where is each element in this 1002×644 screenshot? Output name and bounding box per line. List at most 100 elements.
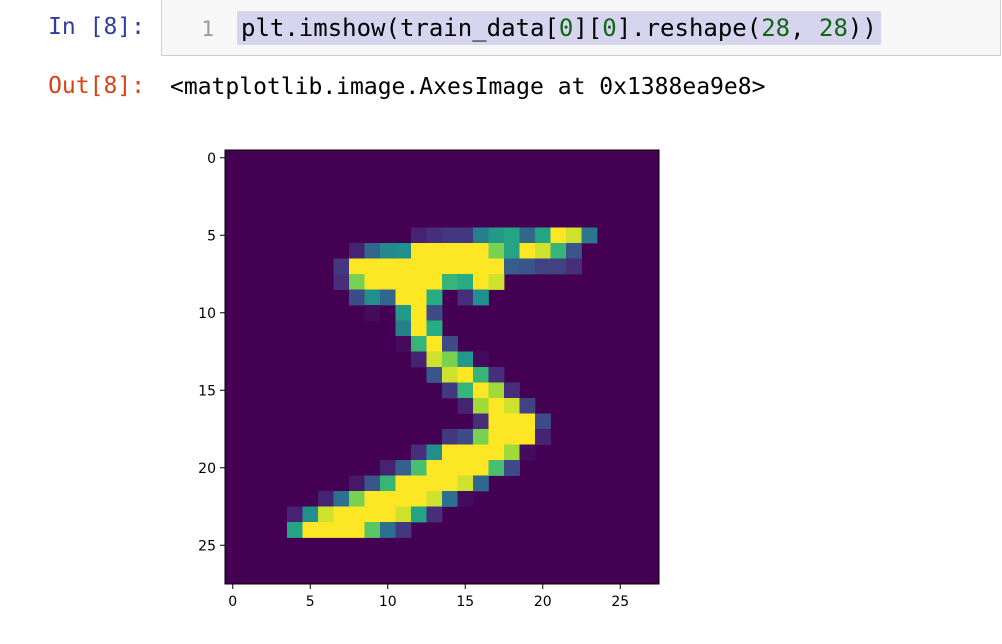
pixel-cell xyxy=(442,227,458,244)
pixel-cell xyxy=(457,475,474,492)
pixel-cell xyxy=(411,475,427,492)
pixel-cell xyxy=(426,243,443,259)
pixel-cell xyxy=(349,475,365,492)
pixel-cell xyxy=(504,460,520,476)
x-tick-label: 5 xyxy=(306,594,315,610)
pixel-cell xyxy=(380,506,396,523)
pixel-cell xyxy=(442,475,458,492)
pixel-cell xyxy=(488,382,505,399)
code-number-token: 0 xyxy=(602,14,617,42)
pixel-cell xyxy=(395,522,412,538)
pixel-cell xyxy=(426,305,443,321)
pixel-cell xyxy=(395,506,412,523)
code-cell-editor[interactable]: 1 plt.imshow(train_data[0][0].reshape(28… xyxy=(161,0,1001,56)
pixel-cell xyxy=(395,258,412,275)
pixel-cell xyxy=(364,305,381,321)
pixel-cell xyxy=(395,491,412,507)
pixel-cell xyxy=(442,243,458,259)
pixel-cell xyxy=(442,274,458,290)
pixel-cell xyxy=(333,506,350,523)
pixel-cell xyxy=(473,243,489,259)
pixel-cell xyxy=(411,491,427,507)
pixel-cell xyxy=(457,382,474,399)
code-number-token: 0 xyxy=(558,14,574,42)
pixel-cell xyxy=(519,398,536,414)
pixel-cell xyxy=(457,351,474,368)
pixel-cell xyxy=(442,367,458,383)
code-token: ][ xyxy=(573,14,603,42)
pixel-cell xyxy=(426,289,443,306)
pixel-cell xyxy=(287,506,303,523)
pixel-cell xyxy=(380,491,396,507)
pixel-cell xyxy=(380,460,396,476)
x-tick-label: 15 xyxy=(456,594,474,610)
pixel-cell xyxy=(457,491,474,507)
pixel-cell xyxy=(473,398,489,414)
code-line[interactable]: plt.imshow(train_data[0][0].reshape(28, … xyxy=(237,11,881,45)
pixel-cell xyxy=(442,460,458,476)
pixel-cell xyxy=(504,444,520,461)
pixel-cell xyxy=(411,289,427,306)
pixel-cell xyxy=(504,243,520,259)
pixel-cell xyxy=(411,460,427,476)
pixel-cell xyxy=(519,243,536,259)
pixel-cell xyxy=(287,522,303,538)
pixel-cell xyxy=(349,289,365,306)
output-text: <matplotlib.image.AxesImage at 0x1388ea9… xyxy=(170,74,766,100)
pixel-cell xyxy=(535,413,551,430)
pixel-cell xyxy=(473,382,489,399)
pixel-cell xyxy=(504,413,520,430)
pixel-cell xyxy=(426,506,443,523)
pixel-cell xyxy=(426,351,443,368)
pixel-cell xyxy=(566,243,582,259)
code-token: )) xyxy=(847,14,877,42)
pixel-cell xyxy=(504,258,520,275)
pixel-cell xyxy=(395,243,412,259)
pixel-cell xyxy=(395,460,412,476)
pixel-cell xyxy=(457,429,474,445)
pixel-cell xyxy=(442,491,458,507)
pixel-cell xyxy=(364,289,381,306)
pixel-cell xyxy=(333,258,350,275)
imshow-plot: 0 5 10 15 20 25 0 5 10 15 20 25 xyxy=(198,149,660,610)
pixel-cell xyxy=(426,444,443,461)
code-number-token: 28 xyxy=(819,14,848,42)
pixel-cell xyxy=(411,243,427,259)
pixel-cell xyxy=(349,491,365,507)
pixel-cell xyxy=(488,398,505,414)
pixel-cell xyxy=(380,274,396,290)
pixel-cell xyxy=(519,258,536,275)
pixel-cell xyxy=(519,429,536,445)
pixel-cell xyxy=(442,336,458,352)
pixel-cell xyxy=(380,475,396,492)
pixel-cell xyxy=(426,475,443,492)
pixel-cell xyxy=(349,506,365,523)
pixel-cell xyxy=(488,367,505,383)
y-tick-label: 15 xyxy=(198,383,216,399)
pixel-cell xyxy=(519,444,536,461)
pixel-cell xyxy=(411,506,427,523)
x-tick-label: 25 xyxy=(611,594,629,610)
code-token: ].reshape( xyxy=(616,14,762,42)
pixel-cell xyxy=(504,382,520,399)
pixel-cell xyxy=(457,444,474,461)
pixel-cell xyxy=(442,444,458,461)
pixel-cell xyxy=(349,522,365,538)
pixel-cell xyxy=(504,429,520,445)
pixel-cell xyxy=(457,289,474,306)
pixel-cell xyxy=(504,398,520,414)
pixel-cell xyxy=(488,444,505,461)
pixel-cell xyxy=(364,475,381,492)
output-prompt: Out[8]: xyxy=(48,73,145,99)
code-number-token: 28 xyxy=(761,14,791,42)
pixel-cell xyxy=(426,460,443,476)
pixel-cell xyxy=(473,367,489,383)
pixel-cell xyxy=(411,320,427,337)
pixel-cell xyxy=(349,274,365,290)
pixel-cell xyxy=(380,289,396,306)
x-tick-label: 20 xyxy=(534,594,552,610)
pixel-cell xyxy=(395,336,412,352)
pixel-cell xyxy=(411,305,427,321)
pixel-cell xyxy=(442,351,458,368)
pixel-cell xyxy=(519,227,536,244)
